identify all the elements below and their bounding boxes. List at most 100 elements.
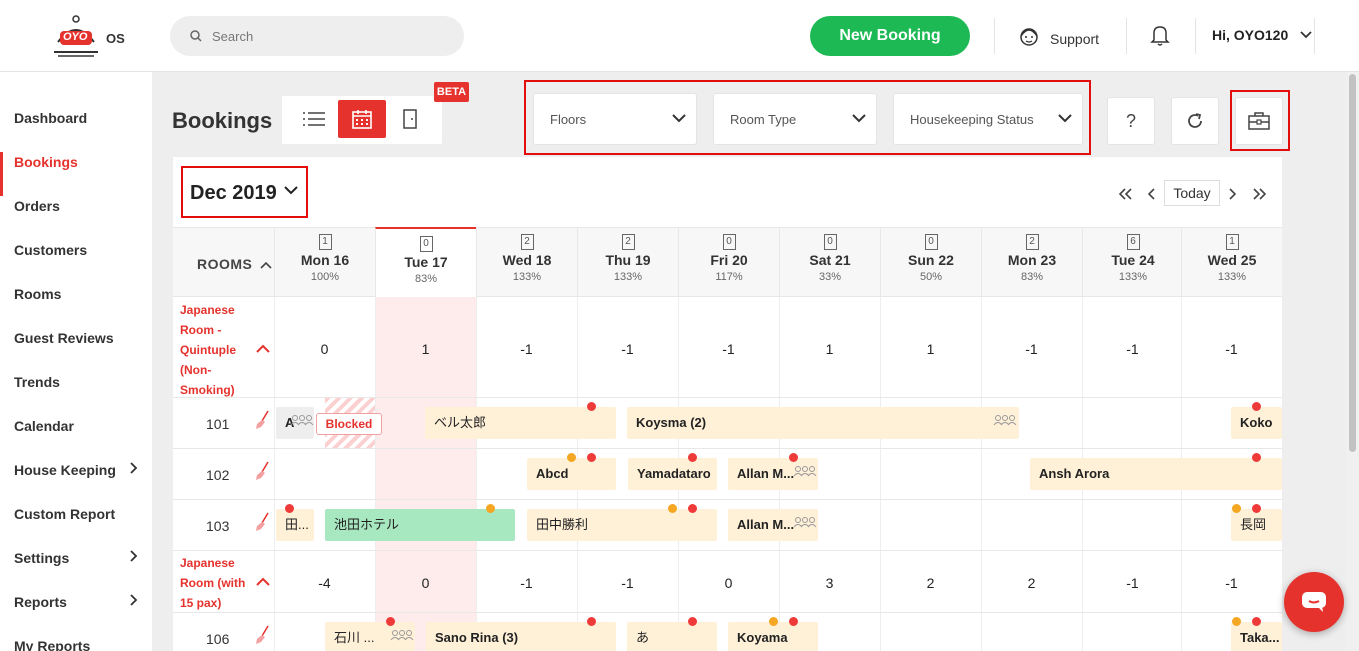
sidebar-item-settings[interactable]: Settings <box>0 548 152 592</box>
booking-bar[interactable]: Taka... <box>1231 622 1282 651</box>
broom-icon[interactable] <box>254 625 270 645</box>
day-header: 1 Wed 25 133% <box>1181 227 1282 297</box>
briefcase-button[interactable] <box>1235 97 1283 145</box>
unpaid-dot <box>1252 402 1261 411</box>
help-button[interactable]: ? <box>1107 97 1155 145</box>
day-header: 6 Tue 24 133% <box>1082 227 1183 297</box>
blocked-tag[interactable]: Blocked <box>316 413 382 435</box>
oyo-os-logo[interactable]: OYO OS <box>52 14 132 58</box>
room-type-label: Room Type <box>730 112 797 127</box>
sidebar-item-calendar[interactable]: Calendar <box>0 416 152 460</box>
booking-bar[interactable]: Abcd <box>527 458 616 490</box>
day-name: Tue 24 <box>1111 252 1155 268</box>
sidebar-item-guest-reviews[interactable]: Guest Reviews <box>0 328 152 372</box>
booking-bar[interactable]: 田中勝利 <box>527 509 717 541</box>
notifications-bell-icon[interactable] <box>1150 24 1170 51</box>
calendar-view-button[interactable] <box>338 100 386 138</box>
availability-cell: -1 <box>520 575 533 591</box>
unpaid-dot <box>587 453 596 462</box>
booking-bar[interactable]: Koko <box>1231 407 1282 439</box>
broom-icon[interactable] <box>254 512 270 532</box>
day-header: 1 Mon 16 100% <box>274 227 375 297</box>
sidebar-item-bookings[interactable]: Bookings <box>0 152 152 196</box>
chevron-up-icon[interactable] <box>256 577 270 586</box>
search-input[interactable] <box>212 16 452 56</box>
room-type-line: (Non- <box>180 363 212 377</box>
room-type-label[interactable]: Japanese Room - Quintuple (Non- Smoking) <box>180 300 270 400</box>
chat-widget-button[interactable] <box>1284 572 1344 632</box>
booking-bar[interactable]: 長岡 <box>1231 509 1282 541</box>
sidebar-item-reports[interactable]: Reports <box>0 592 152 636</box>
today-button[interactable]: Today <box>1164 180 1220 206</box>
double-chevron-left-icon[interactable] <box>1118 188 1132 200</box>
booking-bar[interactable]: Koyama <box>728 622 818 651</box>
search-box[interactable] <box>170 16 464 56</box>
pending-dot <box>567 453 576 462</box>
divider <box>1126 18 1127 54</box>
day-count: 1 <box>318 234 332 250</box>
sidebar: Dashboard Bookings Orders Customers Room… <box>0 72 152 651</box>
pending-dot <box>769 617 778 626</box>
booking-bar[interactable]: あ <box>627 622 717 651</box>
sidebar-item-orders[interactable]: Orders <box>0 196 152 240</box>
double-chevron-right-icon[interactable] <box>1253 188 1267 200</box>
sidebar-item-customers[interactable]: Customers <box>0 240 152 284</box>
guest-name: あ <box>636 630 650 645</box>
rooms-column-header[interactable]: ROOMS <box>197 256 272 272</box>
scrollbar-thumb[interactable] <box>1349 74 1356 452</box>
chevron-up-icon[interactable] <box>256 344 270 353</box>
occupancy-percent: 83% <box>414 273 438 285</box>
occupancy-percent: 133% <box>512 271 542 283</box>
sidebar-item-my-reports[interactable]: My Reports <box>0 636 152 651</box>
month-picker[interactable]: Dec 2019 <box>190 182 298 205</box>
day-name: Mon 16 <box>300 252 350 268</box>
booking-bar[interactable]: Koysma (2) <box>627 407 1019 439</box>
room-number: 102 <box>206 467 230 483</box>
new-booking-button[interactable]: New Booking <box>810 16 970 56</box>
page-scrollbar[interactable] <box>1346 72 1359 651</box>
list-view-button[interactable] <box>290 100 338 138</box>
guest-count: (3) <box>502 630 519 645</box>
occupancy-percent: 50% <box>919 271 943 283</box>
page-title: Bookings <box>172 108 273 133</box>
user-menu[interactable]: Hi, OYO120 <box>1212 27 1312 43</box>
booking-bar[interactable]: ベル太郎 <box>425 407 616 439</box>
guest-name: 田... <box>285 517 309 532</box>
availability-cell: -4 <box>318 575 331 591</box>
door-icon <box>403 109 417 129</box>
support-agent-icon <box>1020 28 1038 46</box>
booking-bar-checked-in[interactable]: 池田ホテル <box>325 509 515 541</box>
day-name: Mon 23 <box>1007 252 1057 268</box>
broom-icon[interactable] <box>254 410 270 430</box>
availability-cell: -1 <box>1126 341 1139 357</box>
sidebar-item-rooms[interactable]: Rooms <box>0 284 152 328</box>
floors-dropdown[interactable]: Floors <box>533 93 697 145</box>
housekeeping-status-dropdown[interactable]: Housekeeping Status <box>893 93 1083 145</box>
availability-cell: 0 <box>320 341 329 357</box>
room-type-line: 15 pax) <box>180 596 222 610</box>
availability-cell: 1 <box>926 341 935 357</box>
booking-bar[interactable]: Sano Rina (3) <box>426 622 616 651</box>
sidebar-item-trends[interactable]: Trends <box>0 372 152 416</box>
booking-bar[interactable]: Ansh Arora <box>1030 458 1282 490</box>
pending-dot <box>1232 617 1241 626</box>
chevron-right-icon[interactable] <box>1229 188 1237 200</box>
sidebar-item-dashboard[interactable]: Dashboard <box>0 108 152 152</box>
sidebar-item-custom-report[interactable]: Custom Report <box>0 504 152 548</box>
chevron-left-icon[interactable] <box>1147 188 1155 200</box>
room-view-button[interactable] <box>386 100 434 138</box>
availability-cell: -1 <box>520 341 533 357</box>
day-name: Thu 19 <box>605 252 651 268</box>
room-type-dropdown[interactable]: Room Type <box>713 93 877 145</box>
broom-icon[interactable] <box>254 461 270 481</box>
grid-line <box>173 550 1282 551</box>
availability-cell: -1 <box>722 341 735 357</box>
booking-bar[interactable]: Yamadataro <box>628 458 717 490</box>
guest-name: Yamadataro <box>637 466 711 481</box>
sidebar-item-house-keeping[interactable]: House Keeping <box>0 460 152 504</box>
room-type-label[interactable]: Japanese Room (with 15 pax) <box>180 553 270 613</box>
booking-bar[interactable]: 田... <box>276 509 314 541</box>
refresh-button[interactable] <box>1171 97 1219 145</box>
guest-name: ベル太郎 <box>434 415 487 430</box>
floors-label: Floors <box>550 112 587 127</box>
